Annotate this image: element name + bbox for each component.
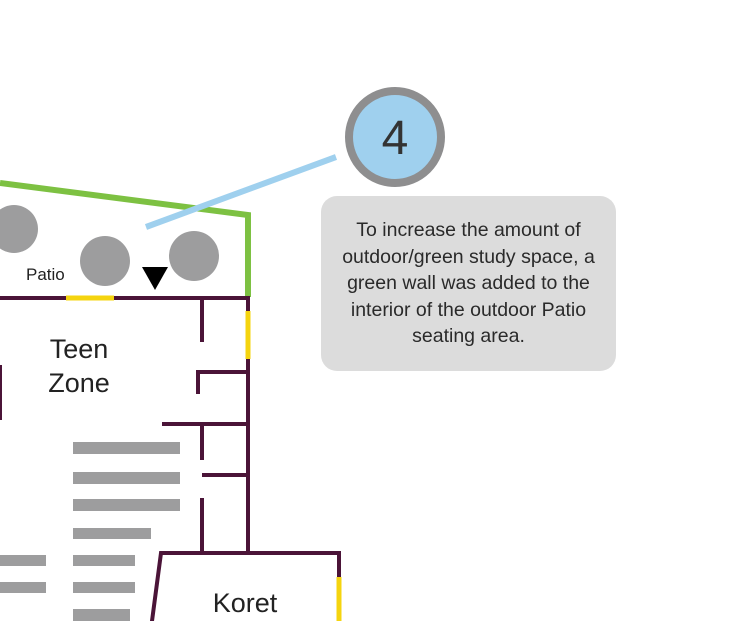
patio-label: Patio: [26, 265, 65, 284]
shelves: [0, 442, 180, 621]
patio-seat: [0, 205, 38, 253]
callout-text: To increase the amount of outdoor/green …: [342, 219, 595, 348]
marker-4[interactable]: 4: [345, 87, 445, 187]
entrance-arrow-icon: [142, 267, 168, 290]
shelf: [73, 499, 180, 511]
shelf: [73, 442, 180, 454]
shelf: [0, 555, 46, 566]
shelf: [73, 528, 151, 539]
marker-number: 4: [382, 112, 409, 165]
patio-seat: [80, 236, 130, 286]
shelf: [73, 609, 130, 621]
patio-seat: [169, 231, 219, 281]
shelf: [0, 582, 46, 593]
shelf: [73, 555, 135, 566]
koret-label: Koret: [213, 588, 278, 618]
shelf: [73, 472, 180, 484]
callout-box: To increase the amount of outdoor/green …: [321, 196, 616, 371]
teen-zone-label-line1: Teen: [50, 334, 109, 364]
teen-zone-label-line2: Zone: [48, 368, 110, 398]
shelf: [73, 582, 135, 593]
